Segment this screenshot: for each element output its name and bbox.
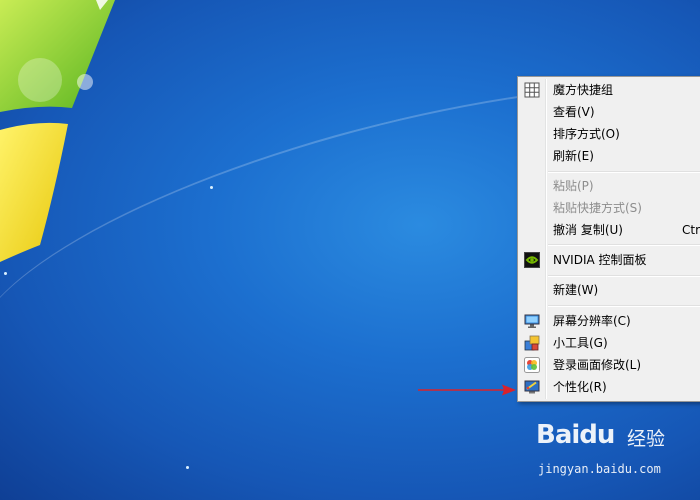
logon-icon xyxy=(524,357,540,373)
watermark-url: jingyan.baidu.com xyxy=(538,462,661,476)
menu-item-label: 查看(V) xyxy=(553,105,595,119)
watermark-suffix: 经验 xyxy=(627,428,666,450)
menu-item-nvidia-control-panel[interactable]: NVIDIA 控制面板 xyxy=(518,249,700,271)
menu-item-label: 排序方式(O) xyxy=(553,127,620,141)
menu-item-new[interactable]: 新建(W) xyxy=(518,279,700,301)
menu-item-label: 屏幕分辨率(C) xyxy=(553,314,631,328)
red-pointer-arrow xyxy=(418,384,516,396)
menu-item-sort-by[interactable]: 排序方式(O) xyxy=(518,123,700,145)
windows-logo-wallpaper xyxy=(0,0,115,262)
menu-item-label: 魔方快捷组 xyxy=(553,83,614,97)
menu-separator xyxy=(548,244,700,246)
menu-item-view[interactable]: 查看(V) xyxy=(518,101,700,123)
menu-item-undo-copy[interactable]: 撤消 复制(U) Ctr xyxy=(518,219,700,241)
menu-item-mofang[interactable]: 魔方快捷组 xyxy=(518,79,700,101)
menu-item-label: 小工具(G) xyxy=(553,336,608,350)
menu-item-screen-resolution[interactable]: 屏幕分辨率(C) xyxy=(518,310,700,332)
grid-icon xyxy=(524,82,540,98)
wallpaper-sparkle xyxy=(4,272,7,275)
menu-separator xyxy=(548,171,700,173)
nvidia-icon xyxy=(524,252,540,268)
baidu-jingyan-watermark: Baidu 经验 jingyan.baidu.com xyxy=(534,416,674,488)
personalize-icon xyxy=(524,380,540,394)
menu-item-paste-shortcut[interactable]: 粘贴快捷方式(S) xyxy=(518,197,700,219)
menu-item-gadgets[interactable]: 小工具(G) xyxy=(518,332,700,354)
menu-item-shortcut: Ctr xyxy=(682,223,700,237)
wallpaper-sparkle xyxy=(210,186,213,189)
menu-item-logon-screen[interactable]: 登录画面修改(L) xyxy=(518,354,700,376)
watermark-logo: Baidu xyxy=(536,420,615,450)
menu-item-label: 粘贴(P) xyxy=(553,179,594,193)
gadgets-icon xyxy=(524,335,540,351)
menu-item-label: 个性化(R) xyxy=(553,380,607,394)
menu-item-personalize[interactable]: 个性化(R) xyxy=(518,376,700,398)
menu-item-label: NVIDIA 控制面板 xyxy=(553,253,647,267)
menu-item-label: 撤消 复制(U) xyxy=(553,223,623,237)
menu-item-label: 登录画面修改(L) xyxy=(553,358,642,372)
menu-item-label: 粘贴快捷方式(S) xyxy=(553,201,642,215)
menu-item-paste[interactable]: 粘贴(P) xyxy=(518,175,700,197)
desktop-context-menu: 魔方快捷组 查看(V) 排序方式(O) 刷新(E) 粘贴(P) 粘贴快捷方式(S… xyxy=(517,76,700,402)
menu-separator xyxy=(548,305,700,307)
menu-separator xyxy=(548,275,700,277)
menu-item-label: 新建(W) xyxy=(553,283,599,297)
wallpaper-sparkle xyxy=(186,466,189,469)
menu-item-label: 刷新(E) xyxy=(553,149,594,163)
monitor-icon xyxy=(524,314,540,328)
menu-item-refresh[interactable]: 刷新(E) xyxy=(518,145,700,167)
